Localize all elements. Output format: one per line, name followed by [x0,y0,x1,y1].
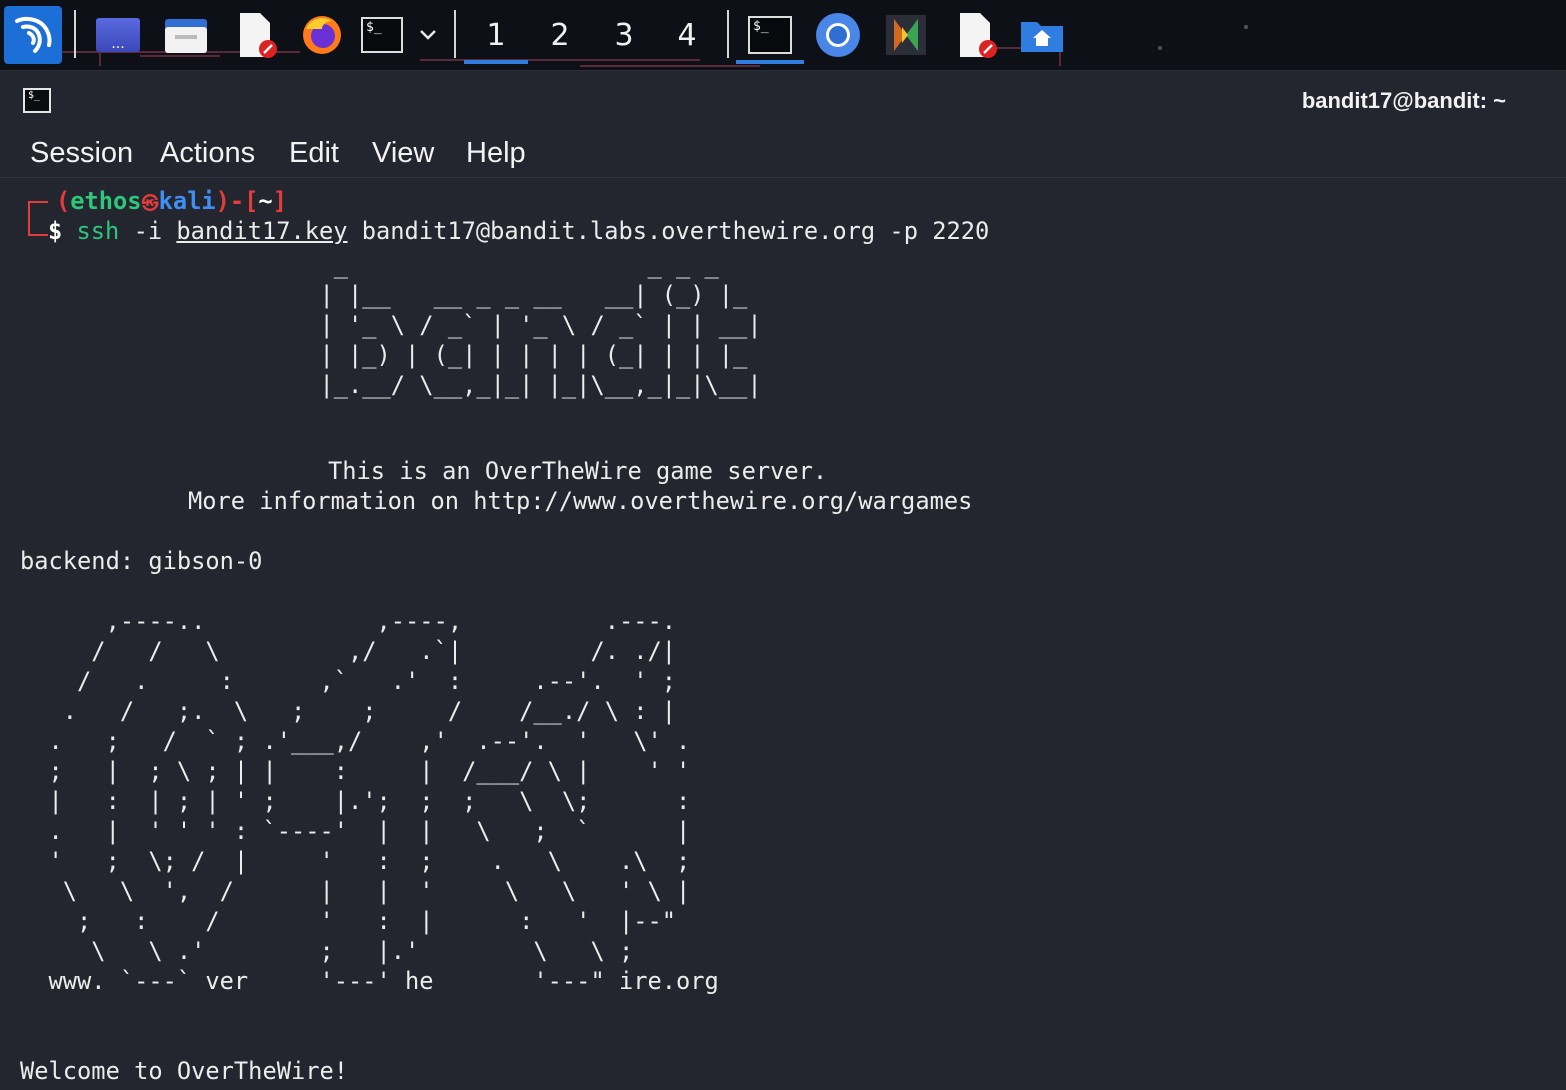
taskbar-separator [74,10,76,58]
command-line: $ ssh -i bandit17.key bandit17@bandit.la… [48,216,989,246]
file-manager-icon [165,19,207,53]
prompt-line-1: ┌──((ethos㉿kali)-[~] [56,186,287,219]
task-terminal-window[interactable]: $_ [736,6,804,64]
terminal-icon: $_ [361,17,403,53]
workspace-3[interactable]: 3 [592,6,656,64]
task-home-folder[interactable] [1016,6,1068,64]
kali-dragon-icon [15,16,52,53]
menu-actions[interactable]: Actions [160,137,255,170]
show-desktop-button[interactable]: ... [92,6,144,64]
terminal-launcher-button[interactable]: $_ [358,6,406,64]
launcher-dropdown-button[interactable] [412,6,444,64]
bandit-ascii-banner: _ _ _ _ | |__ __ _ _ __ __| (_) |_ | '_ … [319,251,762,399]
info-line-2: More information on http://www.overthewi… [188,487,973,515]
command-keyfile: bandit17.key [176,217,348,245]
overthewire-ascii-logo: ,----.. ,----, .---. / / \ ,/ .`| /. ./|… [48,607,719,995]
window-title: bandit17@bandit: ~ [1301,88,1506,113]
workspace-2[interactable]: 2 [528,6,592,64]
menu-help[interactable]: Help [466,137,526,170]
file-manager-button[interactable] [160,6,212,64]
desktop-icon: ... [96,18,140,52]
workspace-label: 4 [677,17,697,53]
menubar: Session Actions Edit View Help [0,133,1566,178]
home-folder-icon [1021,22,1063,52]
task-chromium[interactable] [812,6,864,64]
window-terminal-icon[interactable]: $_ [23,88,51,113]
prompt-dollar: $ [48,217,63,245]
text-editor-2-icon [960,13,997,58]
workspace-1[interactable]: 1 [464,6,528,64]
prompt-at: ㉿ [141,194,159,214]
menu-session[interactable]: Session [30,137,133,170]
task-kate[interactable] [880,6,932,64]
terminal-glyph: $_ [366,20,382,35]
prompt-end: ] [272,187,287,215]
prompt-host: kali [158,187,216,215]
command-name: ssh [76,217,120,245]
firefox-button[interactable] [296,6,348,64]
backend-line: backend: gibson-0 [20,547,263,575]
firefox-icon [303,16,341,54]
workspace-label: 3 [614,17,634,53]
welcome-line: Welcome to OverTheWire! [20,1057,349,1085]
text-editor-button[interactable] [230,6,282,64]
taskbar: ... $_ 1 2 3 4 $_ [0,0,1566,71]
workspace-label: 2 [550,17,570,53]
prompt-paren: ( [56,187,71,215]
workspace-4[interactable]: 4 [655,6,719,64]
kate-icon [886,15,926,55]
text-editor-icon [240,13,277,58]
command-args: bandit17@bandit.labs.overthewire.org -p … [347,217,990,245]
command-flag: -i [119,217,177,245]
taskbar-separator [727,10,729,58]
info-line-1: This is an OverTheWire game server. [328,457,828,485]
terminal-window-icon: $_ [748,16,792,54]
task-text-editor[interactable] [950,6,1002,64]
chromium-icon [816,13,860,57]
taskbar-separator [454,10,456,58]
terminal-glyph: $_ [753,19,769,34]
desktop-label: ... [111,36,125,52]
chevron-down-icon [420,30,436,40]
menu-edit[interactable]: Edit [289,137,339,170]
workspace-label: 1 [486,17,506,53]
window-icon-glyph: $_ [28,90,41,101]
prompt-dir: ~ [258,187,273,215]
menu-view[interactable]: View [372,137,434,170]
prompt-user: ethos [70,187,142,215]
terminal-output[interactable]: ┌──((ethos㉿kali)-[~] $ ssh -i bandit17.k… [0,186,1566,1090]
kali-menu-button[interactable] [4,6,62,64]
prompt-close: )-[ [215,187,259,215]
